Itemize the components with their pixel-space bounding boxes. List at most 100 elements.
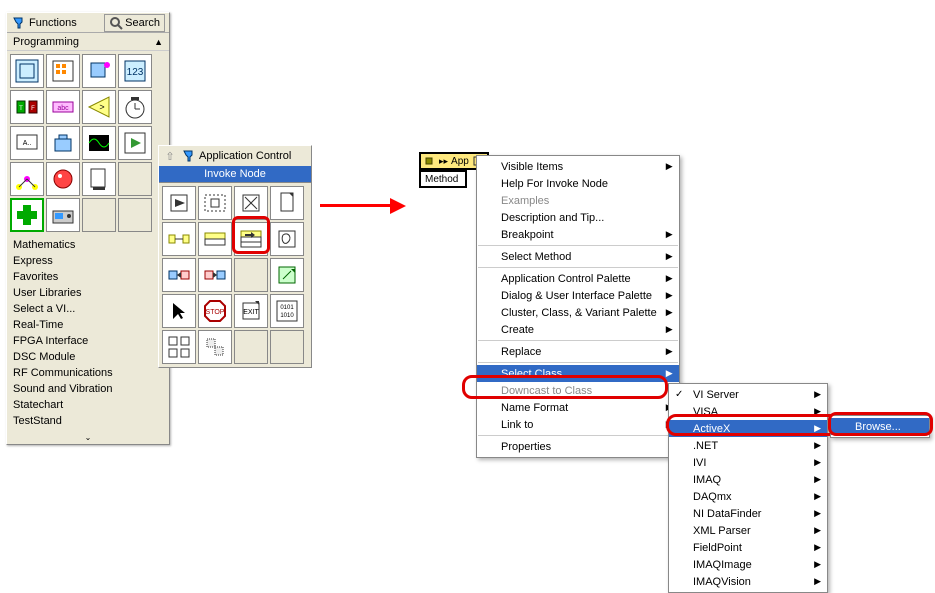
cluster-icon[interactable] xyxy=(82,54,116,88)
submenu-arrow-icon: ▶ xyxy=(666,324,673,335)
cat-realtime[interactable]: Real-Time xyxy=(7,317,169,333)
class-dotnet[interactable]: .NET▶ xyxy=(669,437,827,454)
menu-name-format[interactable]: Name Format▶ xyxy=(477,399,679,416)
structures-icon[interactable] xyxy=(10,54,44,88)
class-xmlparser[interactable]: XML Parser▶ xyxy=(669,522,827,539)
class-datafinder[interactable]: NI DataFinder▶ xyxy=(669,505,827,522)
class-visa[interactable]: VISA▶ xyxy=(669,403,827,420)
submenu-arrow-icon: ▶ xyxy=(666,161,673,172)
property-node-icon[interactable] xyxy=(198,222,232,256)
static-vi-ref-icon[interactable] xyxy=(198,186,232,220)
menu-select-class[interactable]: Select Class▶ xyxy=(477,365,679,382)
class-fieldpoint[interactable]: FieldPoint▶ xyxy=(669,539,827,556)
invoke-node-label: Invoke Node xyxy=(159,166,311,183)
cat-sound[interactable]: Sound and Vibration xyxy=(7,381,169,397)
svg-text:>: > xyxy=(99,102,104,112)
menu-appcontrol-palette[interactable]: Application Control Palette▶ xyxy=(477,270,679,287)
menu-cluster-palette[interactable]: Cluster, Class, & Variant Palette▶ xyxy=(477,304,679,321)
cat-mathematics[interactable]: Mathematics xyxy=(7,237,169,253)
open-app-ref-icon[interactable] xyxy=(270,258,304,292)
graphics-icon[interactable] xyxy=(46,162,80,196)
string-icon[interactable]: abc xyxy=(46,90,80,124)
class-specifier-icon[interactable] xyxy=(270,222,304,256)
cat-statechart[interactable]: Statechart xyxy=(7,397,169,413)
submenu-arrow-icon: ▶ xyxy=(666,307,673,318)
empty-cell-b2 xyxy=(234,330,268,364)
ref-in-icon xyxy=(425,155,437,167)
report-icon[interactable] xyxy=(82,162,116,196)
cat-teststand[interactable]: TestStand xyxy=(7,413,169,429)
class-vi-server[interactable]: ✓VI Server▶ xyxy=(669,386,827,403)
empty-cell-b1 xyxy=(234,258,268,292)
quit-icon[interactable]: EXIT xyxy=(234,294,268,328)
cat-express[interactable]: Express xyxy=(7,253,169,269)
menu-create[interactable]: Create▶ xyxy=(477,321,679,338)
addons-icon[interactable] xyxy=(10,198,44,232)
cat-favorites[interactable]: Favorites xyxy=(7,269,169,285)
menu-help[interactable]: Help For Invoke Node xyxy=(477,175,679,192)
submenu-arrow-icon: ▶ xyxy=(814,474,821,485)
cat-fpga[interactable]: FPGA Interface xyxy=(7,333,169,349)
class-activex[interactable]: ActiveX▶ xyxy=(669,420,827,437)
menu-properties[interactable]: Properties xyxy=(477,438,679,455)
svg-text:0101: 0101 xyxy=(280,305,294,311)
search-button[interactable]: Search xyxy=(104,14,165,32)
boolean-icon[interactable]: TF xyxy=(10,90,44,124)
menu-downcast: Downcast to Class xyxy=(477,382,679,399)
fileio-icon[interactable] xyxy=(46,126,80,160)
invoke-node-icon[interactable] xyxy=(234,222,268,256)
menu-visible-items[interactable]: Visible Items▶ xyxy=(477,158,679,175)
menu-replace[interactable]: Replace▶ xyxy=(477,343,679,360)
cat-selectvi[interactable]: Select a VI... xyxy=(7,301,169,317)
menu-description[interactable]: Description and Tip... xyxy=(477,209,679,226)
pin-icon[interactable] xyxy=(11,16,25,30)
back-icon[interactable]: ⇧ xyxy=(163,150,177,163)
menu-dialog-palette[interactable]: Dialog & User Interface Palette▶ xyxy=(477,287,679,304)
svg-text:1010: 1010 xyxy=(280,313,294,319)
pattern-icon[interactable]: 0101 1010 xyxy=(270,294,304,328)
submenu-arrow-icon: ▶ xyxy=(814,389,821,400)
cat-dsc[interactable]: DSC Module xyxy=(7,349,169,365)
waveform-icon[interactable] xyxy=(82,126,116,160)
category-list: Mathematics Express Favorites User Libra… xyxy=(7,235,169,431)
menu-breakpoint[interactable]: Breakpoint▶ xyxy=(477,226,679,243)
to-more-specific-icon[interactable] xyxy=(198,258,232,292)
cat-userlibraries[interactable]: User Libraries xyxy=(7,285,169,301)
submenu-arrow-icon: ▶ xyxy=(666,346,673,357)
class-imaqimage[interactable]: IMAQImage▶ xyxy=(669,556,827,573)
numeric-icon[interactable]: 123 xyxy=(118,54,152,88)
pin-icon[interactable] xyxy=(181,149,195,163)
submenu-arrow-icon: ▶ xyxy=(814,423,821,434)
open-vi-ref-icon[interactable] xyxy=(162,186,196,220)
comparison-icon[interactable]: > xyxy=(82,90,116,124)
close-ref-icon[interactable] xyxy=(234,186,268,220)
submenu-arrow-icon: ▶ xyxy=(814,525,821,536)
menu-select-method[interactable]: Select Method▶ xyxy=(477,248,679,265)
cat-rf[interactable]: RF Communications xyxy=(7,365,169,381)
memory-icon[interactable] xyxy=(198,330,232,364)
menu-browse[interactable]: Browse... xyxy=(831,418,929,435)
to-more-generic-icon[interactable] xyxy=(162,258,196,292)
more-chevron-icon[interactable]: ⌄ xyxy=(7,431,169,444)
appcontrol-icon[interactable] xyxy=(118,126,152,160)
programming-grid: 123 TF abc > A.. xyxy=(7,51,169,235)
call-by-ref-icon[interactable] xyxy=(162,222,196,256)
stop-icon[interactable]: STOP xyxy=(198,294,232,328)
programming-heading[interactable]: Programming ▲ xyxy=(7,33,169,51)
array-icon[interactable] xyxy=(46,54,80,88)
class-ivi[interactable]: IVI▶ xyxy=(669,454,827,471)
palette-editing-icon[interactable] xyxy=(162,330,196,364)
palette-header: Functions Search xyxy=(7,13,169,33)
instrument-icon[interactable] xyxy=(46,198,80,232)
menu-link-to[interactable]: Link to▶ xyxy=(477,416,679,433)
cursor-icon[interactable] xyxy=(162,294,196,328)
class-daqmx[interactable]: DAQmx▶ xyxy=(669,488,827,505)
sync-icon[interactable] xyxy=(10,162,44,196)
submenu-arrow-icon: ▶ xyxy=(666,273,673,284)
functions-palette: Functions Search Programming ▲ 123 TF ab… xyxy=(6,12,170,445)
class-imaq[interactable]: IMAQ▶ xyxy=(669,471,827,488)
print-panel-icon[interactable] xyxy=(270,186,304,220)
timing-icon[interactable] xyxy=(118,90,152,124)
dialog-icon[interactable]: A.. xyxy=(10,126,44,160)
svg-text:T: T xyxy=(19,106,23,112)
